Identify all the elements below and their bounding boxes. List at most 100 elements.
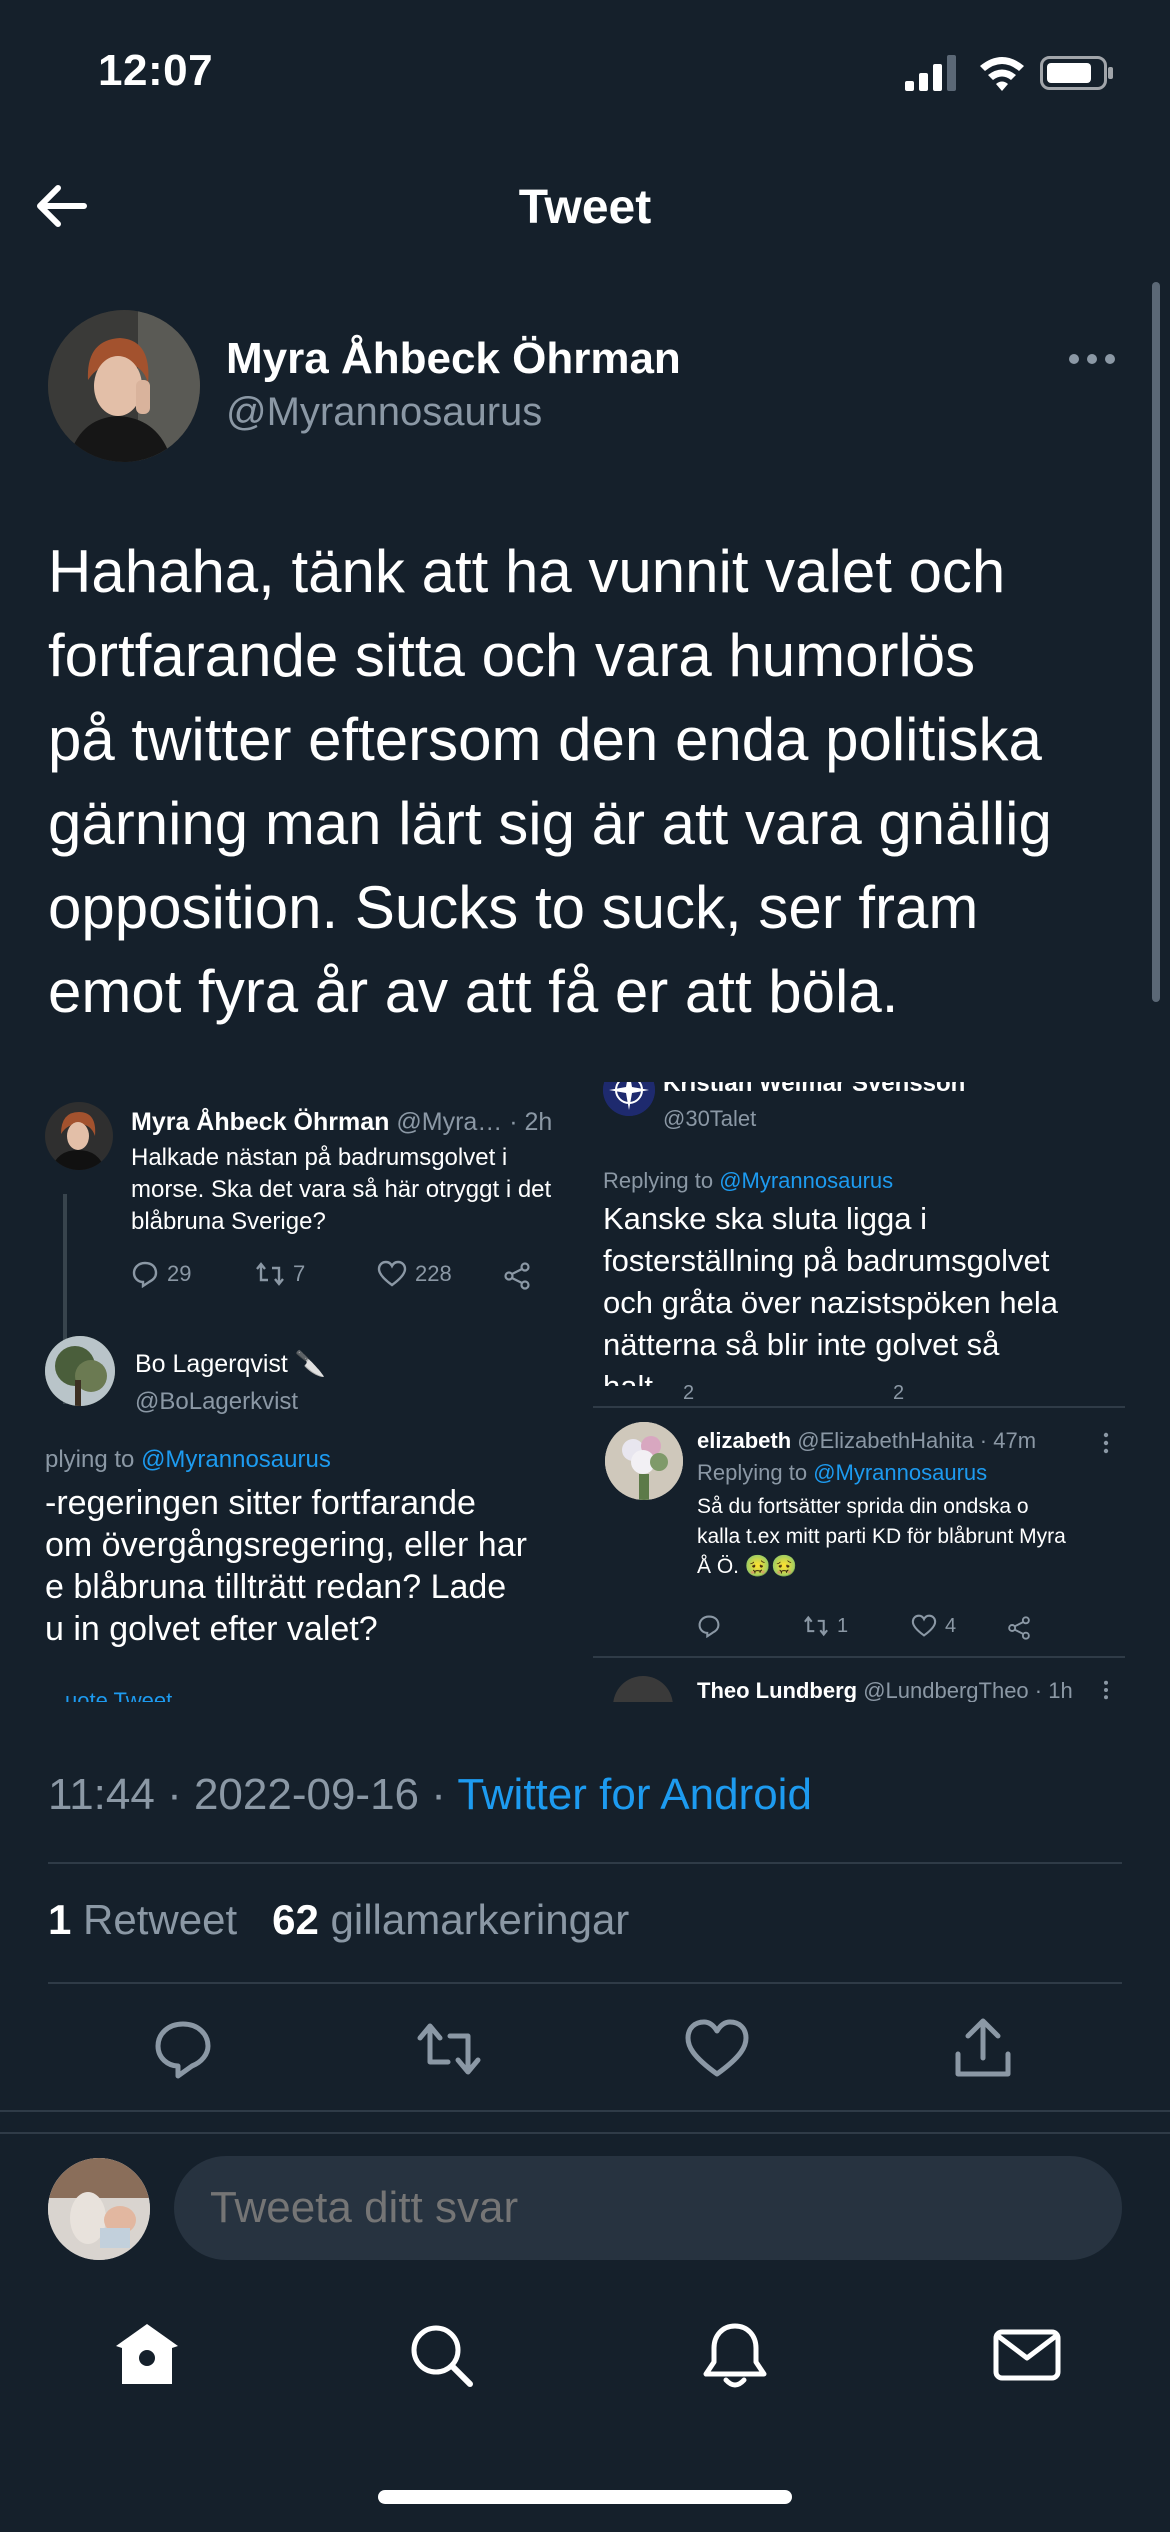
reply-icon xyxy=(132,1261,158,1288)
compass-star-icon xyxy=(603,1082,655,1116)
theo-name: Theo Lundberg xyxy=(697,1678,858,1702)
reply-icon xyxy=(698,1615,720,1638)
my-avatar-photo xyxy=(48,2158,150,2260)
retweet-button[interactable] xyxy=(414,2014,484,2084)
text-line: Halkade nästan på badrumsgolvet i xyxy=(131,1144,508,1171)
replying-prefix: Replying to xyxy=(603,1168,720,1193)
quoted-author-name: Bo Lagerqvist 🔪 xyxy=(135,1350,326,1378)
more-vertical-icon xyxy=(1104,1680,1108,1700)
elizabeth-like-count: 4 xyxy=(911,1614,956,1638)
heart-icon xyxy=(377,1260,407,1287)
thread-avatar-photo xyxy=(51,1112,105,1170)
retweet-icon xyxy=(256,1262,284,1286)
scrollbar[interactable] xyxy=(1152,282,1160,1002)
replying-handle: @Myrannosaurus xyxy=(813,1460,988,1485)
my-avatar[interactable] xyxy=(48,2158,150,2260)
home-indicator[interactable] xyxy=(378,2490,792,2504)
retweet-count: 7 xyxy=(293,1261,306,1286)
reply-tweet-text: Kanske ska sluta ligga i fosterställning… xyxy=(603,1198,1058,1408)
divider xyxy=(48,1862,1122,1864)
quote-tweet-label: uote Tweet xyxy=(65,1688,173,1702)
timestamp-text: 11:44 · 2022-09-16 · xyxy=(48,1770,458,1819)
tweet-timestamp: 11:44 · 2022-09-16 · Twitter for Android xyxy=(48,1770,812,1820)
reply-author-handle: @30Talet xyxy=(663,1106,757,1131)
partial-reply-count: 2 xyxy=(683,1382,695,1404)
text-line: -regeringen sitter fortfarande xyxy=(45,1484,476,1522)
replying-prefix: plying to xyxy=(45,1446,142,1473)
text-line: morse. Ska det vara så här otryggt i det xyxy=(131,1176,552,1203)
text-line: blåbruna Sverige? xyxy=(131,1208,326,1235)
elizabeth-replying-to: Replying to @Myrannosaurus xyxy=(697,1460,987,1486)
retweets-stat[interactable]: 1 Retweet xyxy=(48,1896,237,1943)
like-button[interactable] xyxy=(682,2014,752,2084)
page-title: Tweet xyxy=(518,181,652,234)
tweet-attached-image[interactable]: Myra Åhbeck Öhrman @Myra… · 2h Halkade n… xyxy=(45,1082,1125,1702)
replying-handle: @Myrannosaurus xyxy=(141,1446,331,1473)
thread-author-handle-time: @Myra… · 2h xyxy=(396,1108,553,1136)
search-tab[interactable] xyxy=(404,2318,478,2392)
text-line: Å Ö. 🤢🤢 xyxy=(697,1555,798,1578)
author-handle[interactable]: @Myrannosaurus xyxy=(226,390,542,435)
thread-like-count: 228 xyxy=(377,1260,452,1288)
text-line: u in golvet efter valet? xyxy=(45,1610,378,1648)
reply-replying-to: Replying to @Myrannosaurus xyxy=(603,1168,893,1194)
notifications-tab[interactable] xyxy=(698,2318,772,2392)
reply-input[interactable] xyxy=(174,2156,1122,2260)
share-icon xyxy=(504,1262,530,1290)
elizabeth-tweet-text: Så du fortsätter sprida din ondska o kal… xyxy=(697,1492,1066,1582)
like-count: 228 xyxy=(415,1261,452,1286)
wifi-icon xyxy=(980,57,1024,91)
reply-avatar-nato xyxy=(603,1082,655,1116)
battery-icon xyxy=(1040,56,1113,90)
quoted-replying-to: plying to @Myrannosaurus xyxy=(45,1446,331,1474)
likes-label: gillamarkeringar xyxy=(330,1896,630,1943)
theo-header: Theo Lundberg @LundbergTheo · 1h xyxy=(697,1678,1073,1702)
author-avatar[interactable] xyxy=(48,310,200,462)
text-line: nätterna så blir inte golvet så xyxy=(603,1327,1000,1362)
tweet-stats: 1 Retweet 62 gillamarkeringar xyxy=(48,1896,629,1944)
thread-author-name: Myra Åhbeck Öhrman xyxy=(131,1108,390,1136)
partial-like-count: 2 xyxy=(893,1382,905,1404)
share-button[interactable] xyxy=(948,2014,1018,2084)
text-line: Så du fortsätter sprida din ondska o xyxy=(697,1495,1029,1518)
cellular-signal-icon xyxy=(905,55,956,91)
reply-button[interactable] xyxy=(148,2014,218,2084)
quoted-author-handle: @BoLagerkvist xyxy=(135,1388,299,1415)
text-line: e blåbruna tillträtt redan? Lade xyxy=(45,1568,507,1606)
reply-author-name: Kristian Weimar Svensson xyxy=(663,1082,966,1097)
heart-icon xyxy=(911,1614,937,1637)
author-photo xyxy=(48,310,200,462)
divider xyxy=(48,1982,1122,1984)
divider xyxy=(0,2110,1170,2112)
elizabeth-name: elizabeth xyxy=(697,1428,792,1453)
messages-tab[interactable] xyxy=(990,2318,1064,2392)
quoted-avatar xyxy=(45,1336,115,1406)
text-line: Kanske ska sluta ligga i xyxy=(603,1201,927,1236)
elizabeth-handle-time: @ElizabethHahita · 47m xyxy=(797,1428,1037,1453)
theo-handle-time: @LundbergTheo · 1h xyxy=(863,1678,1073,1702)
tweet-text: Hahaha, tänk att ha vunnit valet och for… xyxy=(48,538,1052,1025)
divider xyxy=(593,1406,1125,1408)
more-options-button[interactable] xyxy=(1068,352,1116,366)
replying-handle: @Myrannosaurus xyxy=(719,1168,894,1193)
thread-retweet-count: 7 xyxy=(255,1260,305,1288)
elizabeth-reply xyxy=(697,1614,721,1638)
author-name[interactable]: Myra Åhbeck Öhrman xyxy=(226,334,681,384)
clip-strip xyxy=(593,1386,1125,1408)
divider xyxy=(593,1656,1125,1658)
image-left-panel: Myra Åhbeck Öhrman @Myra… · 2h Halkade n… xyxy=(45,1082,585,1702)
status-time: 12:07 xyxy=(98,46,214,95)
text-line: fosterställning på badrumsgolvet xyxy=(603,1243,1050,1278)
image-right-panel: Kristian Weimar Svensson @30Talet Replyi… xyxy=(593,1082,1125,1702)
text-line: och gråta över nazistspöken hela xyxy=(603,1285,1058,1320)
retweets-label: Retweet xyxy=(83,1896,238,1943)
theo-avatar xyxy=(613,1676,673,1702)
likes-stat[interactable]: 62 gillamarkeringar xyxy=(272,1896,629,1943)
home-tab[interactable] xyxy=(110,2318,184,2392)
text-line: om övergångsregering, eller har xyxy=(45,1526,527,1564)
quoted-avatar-photo xyxy=(45,1336,115,1406)
replying-prefix: Replying to xyxy=(697,1460,814,1485)
more-vertical-icon xyxy=(1103,1432,1109,1454)
share-icon xyxy=(1008,1616,1030,1640)
tweet-source-link[interactable]: Twitter for Android xyxy=(457,1770,812,1819)
